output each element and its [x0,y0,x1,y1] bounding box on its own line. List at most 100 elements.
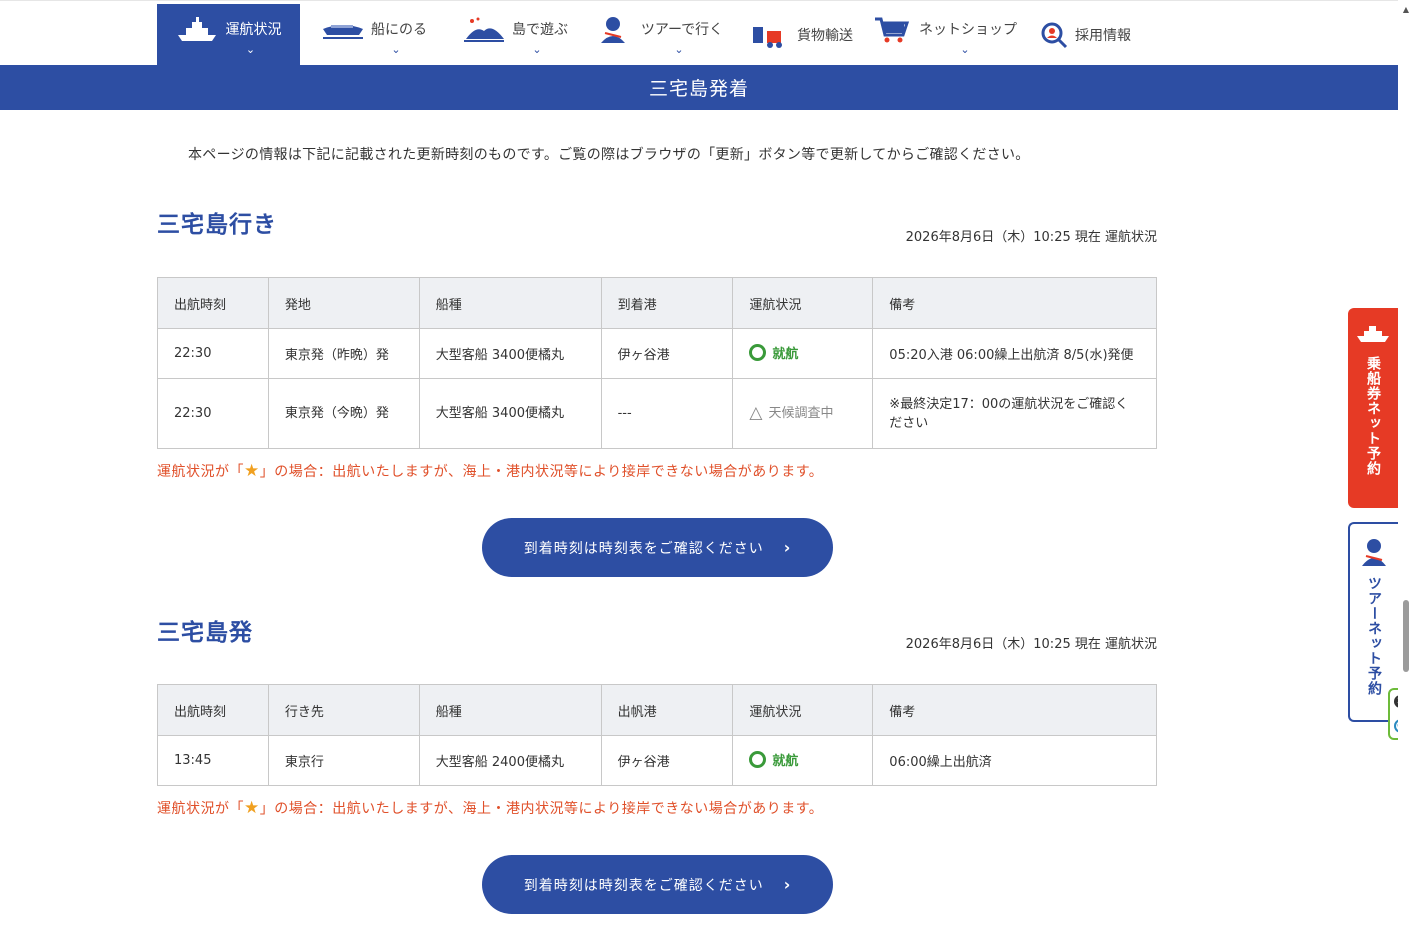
chevron-down-icon: ⌄ [391,43,401,56]
scrollbar-thumb[interactable] [1403,600,1409,672]
chevron-down-icon: ⌄ [960,43,970,56]
col-header: 出航時刻 [157,277,269,329]
scroll-up-arrow-icon[interactable]: ▲ [1403,5,1409,14]
chevron-down-icon: ⌄ [245,43,256,56]
caution-text: 運航状況が「★」の場合：出航いたしますが、海上・港内状況等により接岸できない場合… [157,461,823,481]
nav-item-cargo[interactable]: 貨物輸送 [744,4,856,66]
caution-text: 運航状況が「★」の場合：出航いたしますが、海上・港内状況等により接岸できない場合… [157,798,823,818]
island-icon [464,17,504,42]
recruit-search-icon [1041,22,1068,49]
cell-ship: 大型客船 2400便橘丸 [418,735,602,786]
table-row: 22:30 東京発（今晩）発 大型客船 3400便橘丸 --- △ 天候調査中 … [157,378,1157,449]
ship-icon [1357,326,1389,342]
status-badge: 就航 [749,343,798,362]
ferry-table-from-miyake: 出航時刻 行き先 船種 出帆港 運航状況 備考 13:45 東京行 大型客船 2… [157,684,1157,786]
cell-port: --- [600,378,734,449]
cart-icon [875,17,910,43]
caution-post: 」の場合：出航いたしますが、海上・港内状況等により接岸できない場合があります。 [259,464,824,480]
section-title-from-miyake: 三宅島発 [157,620,253,646]
nav-label: 運航状況 [225,22,282,38]
banner-title: 三宅島発着 [648,78,749,100]
star-icon: ★ [244,798,260,818]
nav-label: 島で遊ぶ [512,22,568,38]
ship-icon [177,17,216,41]
cell-time: 22:30 [157,328,269,379]
nav-label: ネットショップ [919,22,1017,38]
ticket-reservation-tab[interactable]: 乗船券ネット予約 [1348,308,1398,508]
table-row: 22:30 東京発（昨晩）発 大型客船 3400便橘丸 伊ヶ谷港 就航 05:2… [157,328,1157,379]
page-banner: 三宅島発着 [0,65,1398,110]
triangle-warning-icon: △ [749,402,763,423]
table-header-row: 出航時刻 発地 船種 到着港 運航状況 備考 [157,277,1157,329]
chevron-down-icon: ⌄ [674,43,684,56]
cell-note: 05:20入港 06:00繰上出航済 8/5(水)発便 [872,328,1157,379]
nav-item-island[interactable]: 島で遊ぶ ⌄ [458,4,572,66]
cargo-forklift-icon [753,27,782,48]
cell-origin: 東京発（昨晩）発 [267,328,420,379]
nav-label: 貨物輸送 [797,28,853,44]
col-header: 発地 [267,277,420,329]
col-header: 運航状況 [732,684,874,736]
cell-time: 22:30 [157,378,269,449]
timetable-button-label: 到着時刻は時刻表をご確認ください [523,877,764,894]
col-header: 出帆港 [600,684,734,736]
nav-label: 船にのる [371,22,427,38]
nav-label: 採用情報 [1075,28,1131,44]
col-header: 備考 [872,684,1157,736]
tour-guide-icon [600,17,625,43]
cell-origin: 東京発（今晩）発 [267,378,420,449]
chevron-down-icon: ⌄ [532,43,542,56]
tour-guide-icon [1362,539,1386,566]
col-header: 船種 [418,684,602,736]
cell-ship: 大型客船 3400便橘丸 [418,378,602,449]
nav-item-recruit[interactable]: 採用情報 [1030,4,1140,66]
cell-ship: 大型客船 3400便橘丸 [418,328,602,379]
ferry-table-to-miyake: 出航時刻 発地 船種 到着港 運航状況 備考 22:30 東京発（昨晩）発 大型… [157,277,1157,449]
nav-item-tour[interactable]: ツアーで行く ⌄ [588,4,726,66]
cell-note: 06:00繰上出航済 [872,735,1157,786]
star-icon: ★ [244,461,260,481]
col-header: 行き先 [267,684,420,736]
tour-reservation-label: ツアーネット予約 [1366,576,1382,696]
cell-note: ※最終決定17：00の運航状況をご確認ください [872,378,1157,449]
circle-ok-icon [749,750,767,768]
top-nav: 運航状況 ⌄ 船にのる ⌄ 島で遊ぶ ⌄ ツアーで行く ⌄ 貨物輸送 ネットショ… [0,0,1398,66]
boat-icon [323,25,363,39]
cell-time: 13:45 [157,735,269,786]
col-header: 到着港 [600,277,734,329]
cell-status: 就航 [732,735,874,786]
caution-pre: 運航状況が「 [157,801,244,817]
timetable-button[interactable]: 到着時刻は時刻表をご確認ください › [482,855,833,914]
nav-label: ツアーで行く [640,22,724,38]
caution-pre: 運航状況が「 [157,464,244,480]
chevron-right-icon: › [783,875,792,894]
status-timestamp: 2026年8月6日（木）10:25 現在 運航状況 [905,230,1157,245]
status-badge: 就航 [749,750,798,769]
nav-item-board[interactable]: 船にのる ⌄ [314,4,434,66]
cell-port: 伊ヶ谷港 [600,735,734,786]
caution-post: 」の場合：出航いたしますが、海上・港内状況等により接岸できない場合があります。 [259,801,824,817]
col-header: 出航時刻 [157,684,269,736]
update-notice: 本ページの情報は下記に記載された更新時刻のものです。ご覧の際はブラウザの「更新」… [188,147,1030,163]
cell-destination: 東京行 [267,735,420,786]
section-title-to-miyake: 三宅島行き [157,212,277,238]
nav-item-status[interactable]: 運航状況 ⌄ [157,4,300,66]
table-header-row: 出航時刻 行き先 船種 出帆港 運航状況 備考 [157,684,1157,736]
status-text: 就航 [772,753,799,769]
status-text: 天候調査中 [768,405,834,421]
scrollbar[interactable]: ▲ [1398,0,1413,942]
cell-port: 伊ヶ谷港 [600,328,734,379]
col-header: 備考 [872,277,1157,329]
col-header: 船種 [418,277,602,329]
timetable-button[interactable]: 到着時刻は時刻表をご確認ください › [482,518,833,577]
status-text: 就航 [772,346,799,362]
status-badge: △ 天候調査中 [749,404,833,423]
timetable-button-label: 到着時刻は時刻表をご確認ください [523,540,764,557]
table-row: 13:45 東京行 大型客船 2400便橘丸 伊ヶ谷港 就航 06:00繰上出航… [157,735,1157,786]
status-timestamp: 2026年8月6日（木）10:25 現在 運航状況 [905,637,1157,652]
nav-item-shop[interactable]: ネットショップ ⌄ [868,4,1018,66]
chevron-right-icon: › [783,538,792,557]
col-header: 運航状況 [732,277,874,329]
circle-ok-icon [749,343,767,361]
cell-status: 就航 [732,328,874,379]
